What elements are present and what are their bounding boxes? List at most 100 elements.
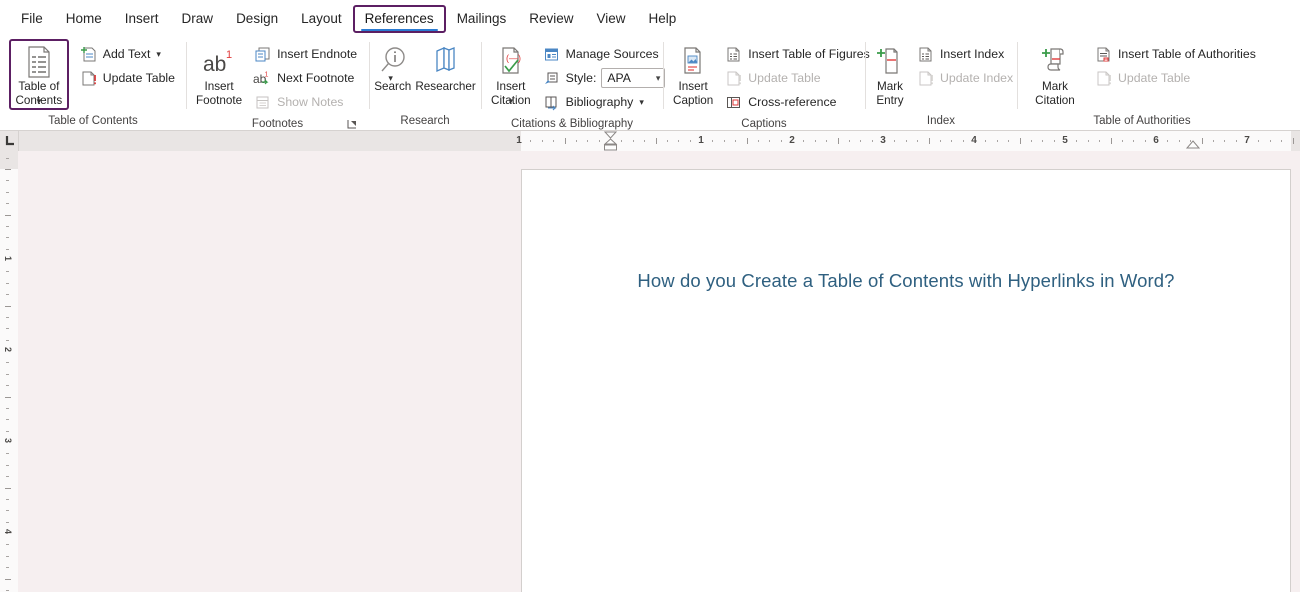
ruler-minor-tick — [769, 140, 771, 142]
researcher-books-icon — [431, 44, 461, 80]
ruler-major-tick — [837, 138, 839, 144]
chevron-down-icon: ▾ — [36, 96, 42, 106]
vertical-ruler[interactable]: 1 2 3 4 — [0, 151, 18, 592]
document-page[interactable]: How do you Create a Table of Contents wi… — [521, 169, 1291, 592]
ribbon-group-captions: Insert Caption Insert Table of Figures U… — [663, 36, 870, 131]
document-heading[interactable]: How do you Create a Table of Contents wi… — [522, 270, 1290, 292]
insert-index-button[interactable]: Insert Index — [913, 42, 1018, 66]
ruler-minor-tick — [1053, 140, 1055, 142]
ruler-minor-tick — [6, 271, 9, 273]
tab-label: Mailings — [456, 11, 507, 26]
ruler-minor-tick — [6, 237, 9, 239]
update-index-icon — [915, 69, 936, 87]
ribbon-group-table-of-contents: Table of Contents ▾ Add Text ▾ Update Ta… — [0, 36, 186, 131]
insert-table-of-authorities-icon — [1093, 45, 1114, 63]
first-line-indent-marker[interactable] — [602, 131, 619, 151]
ruler-minor-tick — [723, 140, 725, 142]
tab-mailings[interactable]: Mailings — [446, 6, 518, 32]
document-canvas[interactable]: How do you Create a Table of Contents wi… — [18, 151, 1300, 592]
tab-review[interactable]: Review — [518, 6, 584, 32]
ruler-major-tick — [1201, 138, 1203, 144]
ruler-minor-tick — [1144, 140, 1146, 142]
ruler-major-tick — [5, 487, 11, 489]
insert-caption-button[interactable]: Insert Caption — [671, 40, 715, 109]
update-table-captions-button[interactable]: Update Table — [721, 66, 874, 90]
insert-table-of-authorities-button[interactable]: Insert Table of Authorities — [1091, 42, 1261, 66]
tab-references[interactable]: References — [352, 5, 446, 33]
ruler-minor-tick — [1133, 140, 1135, 142]
ribbon-group-citations-bibliography: (—) Insert Citation ▾ Manage Sources Sty… — [481, 36, 666, 131]
tab-label: File — [21, 11, 43, 26]
ruler-minor-tick — [6, 282, 9, 284]
manage-sources-label: Manage Sources — [565, 47, 659, 61]
ribbon-group-table-of-authorities: Mark Citation Insert Table of Authoritie… — [1017, 36, 1267, 131]
manage-sources-button[interactable]: Manage Sources — [539, 42, 666, 66]
ruler-minor-tick — [6, 203, 9, 205]
insert-table-of-figures-label: Insert Table of Figures — [748, 47, 870, 61]
tab-layout[interactable]: Layout — [290, 6, 353, 32]
update-index-button[interactable]: Update Index — [913, 66, 1018, 90]
ruler-minor-tick — [780, 140, 782, 142]
tab-label: Design — [236, 11, 279, 26]
tab-insert[interactable]: Insert — [114, 6, 170, 32]
right-indent-marker[interactable] — [1185, 140, 1201, 151]
insert-footnote-button[interactable]: ab 1 Insert Footnote — [194, 40, 244, 109]
footnotes-dialog-launcher[interactable] — [346, 117, 359, 130]
mark-citation-button[interactable]: Mark Citation — [1025, 40, 1085, 109]
svg-text:ab: ab — [203, 53, 226, 76]
ruler-minor-tick — [1281, 140, 1283, 142]
tab-label: References — [364, 11, 434, 26]
search-button[interactable]: Search — [372, 40, 413, 96]
update-table-label: Update Table — [102, 71, 175, 85]
ruler-minor-tick — [6, 464, 9, 466]
next-footnote-icon: ab 1 — [252, 69, 273, 87]
svg-text:1: 1 — [265, 71, 269, 78]
insert-table-of-authorities-label: Insert Table of Authorities — [1118, 47, 1256, 61]
manage-sources-icon — [541, 45, 562, 63]
ruler-minor-tick — [541, 140, 543, 142]
ruler-minor-tick — [1269, 140, 1271, 142]
horizontal-ruler[interactable]: 1 1 2 3 4 5 6 7 — [0, 131, 1300, 151]
ruler-minor-tick — [1042, 140, 1044, 142]
group-label-index: Index — [926, 115, 956, 127]
researcher-button[interactable]: Researcher — [413, 40, 477, 96]
tab-label: Review — [529, 11, 574, 26]
ruler-number: 4 — [971, 135, 977, 146]
ruler-minor-tick — [871, 140, 873, 142]
tab-design[interactable]: Design — [225, 6, 289, 32]
bibliography-label: Bibliography — [565, 95, 634, 109]
chevron-down-icon: ▾ — [156, 48, 161, 59]
ruler-minor-tick — [1258, 140, 1260, 142]
tab-home[interactable]: Home — [55, 6, 113, 32]
mark-entry-button[interactable]: Mark Entry — [873, 40, 907, 109]
add-text-button[interactable]: Add Text ▾ — [76, 42, 180, 66]
ruler-major-tick — [5, 169, 11, 170]
chevron-down-icon: ▾ — [655, 72, 661, 83]
ruler-number: 7 — [1244, 135, 1250, 146]
bibliography-button[interactable]: Bibliography ▾ — [539, 90, 666, 114]
ruler-minor-tick — [757, 140, 759, 142]
insert-citation-button[interactable]: (—) Insert Citation ▾ — [489, 40, 533, 109]
update-table-authorities-button[interactable]: Update Table — [1091, 66, 1261, 90]
ruler-number: 3 — [880, 135, 886, 146]
cross-reference-button[interactable]: Cross-reference — [721, 90, 874, 114]
ruler-number: 3 — [3, 438, 13, 444]
tab-help[interactable]: Help — [638, 6, 688, 32]
tab-stop-selector[interactable] — [3, 133, 18, 148]
update-table-toc-button[interactable]: Update Table — [76, 66, 180, 90]
tab-file[interactable]: File — [10, 6, 54, 32]
citation-style-dropdown[interactable]: APA ▾ — [601, 68, 666, 88]
ruler-minor-tick — [6, 316, 9, 318]
insert-table-of-figures-button[interactable]: Insert Table of Figures — [721, 42, 874, 66]
ruler-minor-tick — [644, 140, 646, 142]
tab-draw[interactable]: Draw — [171, 6, 225, 32]
ribbon-group-index: Mark Entry Insert Index Update Index Ind… — [865, 36, 1017, 131]
ruler-number: 2 — [3, 347, 13, 353]
tab-view[interactable]: View — [585, 6, 636, 32]
update-table-icon — [1093, 69, 1114, 87]
table-of-contents-button[interactable]: Table of Contents ▾ — [9, 39, 69, 110]
ruler-minor-tick — [905, 140, 907, 142]
next-footnote-label: Next Footnote — [277, 71, 355, 85]
ruler-minor-tick — [6, 294, 9, 296]
ruler-minor-tick — [917, 140, 919, 142]
